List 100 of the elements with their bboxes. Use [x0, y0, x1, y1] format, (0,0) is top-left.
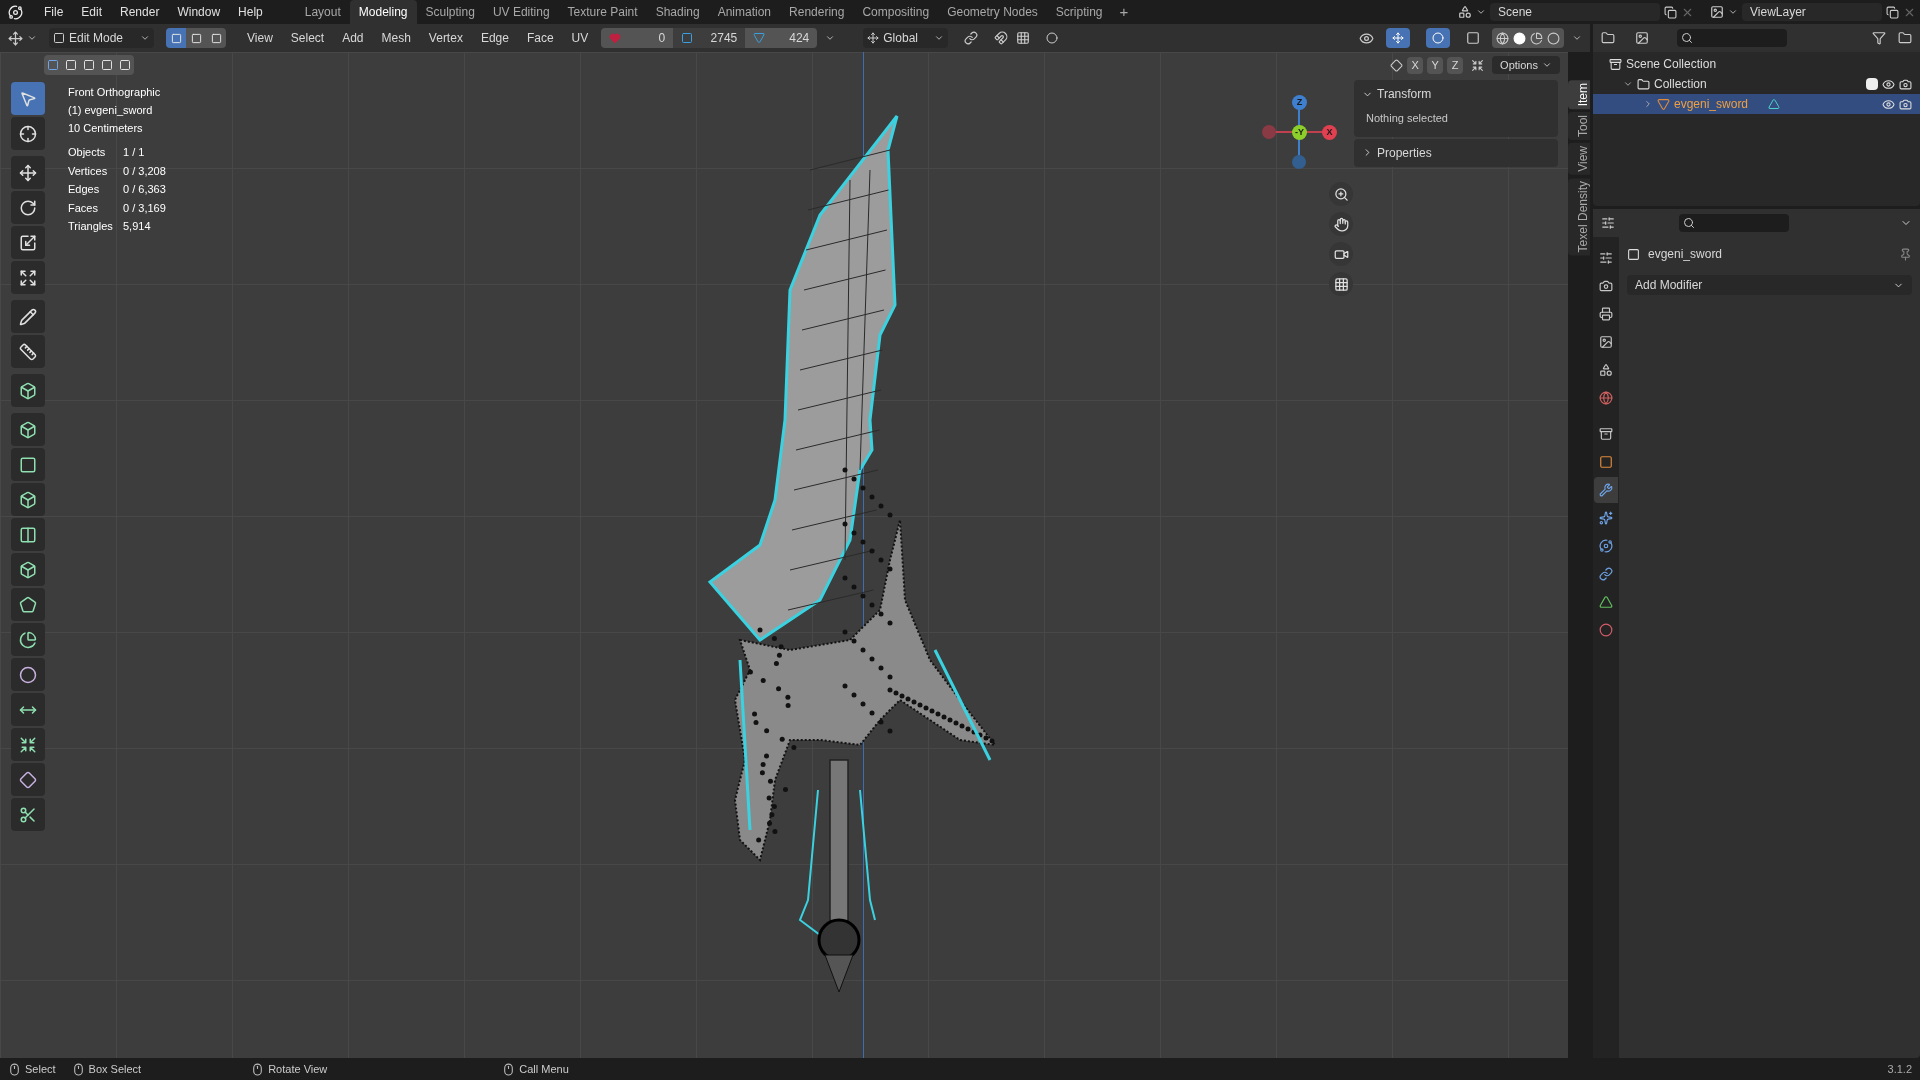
tool-button[interactable] [11, 448, 45, 481]
caret-icon[interactable] [1572, 33, 1582, 43]
tool-button[interactable] [11, 191, 45, 224]
scene-icon[interactable] [1458, 5, 1472, 19]
tool-button[interactable] [11, 413, 45, 446]
magnet-icon[interactable] [994, 31, 1009, 45]
app-logo-icon[interactable] [8, 4, 23, 20]
eye-icon[interactable] [1882, 77, 1895, 91]
search-field[interactable] [1679, 214, 1789, 232]
panel-header[interactable]: Properties [1354, 138, 1558, 167]
workspace-tab[interactable]: UV Editing [483, 0, 559, 24]
outliner-row[interactable]: Collection [1593, 74, 1920, 94]
editor-type-icon[interactable] [1601, 216, 1615, 230]
tool-button[interactable] [11, 728, 45, 761]
axis-handle[interactable]: -Y [1292, 125, 1307, 140]
camera-icon[interactable] [1899, 77, 1912, 91]
axis-toggle[interactable]: Y [1427, 56, 1444, 74]
gizmo-toggle[interactable] [1386, 28, 1410, 48]
menu-item[interactable]: Render [111, 3, 169, 21]
workspace-tab[interactable]: Compositing [853, 0, 939, 24]
orientation-dropdown[interactable]: Global [863, 28, 949, 48]
workspace-tab[interactable]: Rendering [780, 0, 854, 24]
selection-mode-icon[interactable] [47, 59, 59, 71]
workspace-tab[interactable]: Geometry Nodes [938, 0, 1047, 24]
menu-item[interactable]: Select [281, 29, 334, 47]
eye-icon[interactable] [1882, 97, 1895, 111]
workspace-tab[interactable]: Layout [295, 0, 350, 24]
menu-item[interactable]: Vertex [419, 29, 472, 47]
tool-button[interactable] [11, 226, 45, 259]
tool-button[interactable] [11, 588, 45, 621]
panel-header[interactable]: Transform [1354, 80, 1558, 108]
caret-icon[interactable] [27, 33, 37, 43]
tool-button[interactable] [11, 374, 45, 407]
axis-handle[interactable]: X [1322, 125, 1337, 140]
menu-item[interactable]: File [35, 3, 73, 21]
camera-icon[interactable] [1899, 97, 1912, 111]
image-icon[interactable] [1710, 5, 1724, 19]
tool-button[interactable] [11, 483, 45, 516]
tool-button[interactable] [11, 300, 45, 333]
navigation-button[interactable] [1329, 212, 1353, 236]
caret-icon[interactable] [1476, 7, 1486, 17]
tool-button[interactable] [11, 518, 45, 551]
navigation-button[interactable] [1329, 182, 1353, 206]
select-mode-button[interactable] [186, 28, 206, 48]
copy-icon[interactable] [1886, 5, 1899, 19]
menu-item[interactable]: Add [333, 29, 373, 47]
view-layer-field[interactable]: ViewLayer [1742, 3, 1882, 21]
select-mode-button[interactable] [206, 28, 226, 48]
workspace-tab[interactable]: Shading [646, 0, 709, 24]
negative-z-handle[interactable] [1292, 155, 1306, 169]
circle-icon[interactable] [1046, 32, 1059, 44]
outliner-row[interactable]: evgeni_sword [1593, 94, 1920, 114]
workspace-tab[interactable]: Modeling [349, 0, 417, 24]
copy-icon[interactable] [1664, 5, 1677, 19]
tool-button[interactable] [11, 553, 45, 586]
pin-icon[interactable] [1899, 247, 1912, 261]
menu-item[interactable]: UV [562, 29, 598, 47]
shading-buttons[interactable] [1492, 28, 1564, 48]
options-dropdown[interactable]: Options [1492, 56, 1560, 74]
menu-item[interactable]: View [238, 29, 282, 47]
image-icon[interactable] [1635, 31, 1649, 45]
menu-item[interactable]: Window [168, 3, 230, 21]
negative-x-handle[interactable] [1262, 125, 1276, 139]
menu-item[interactable]: Edit [72, 3, 112, 21]
workspace-tab[interactable]: Animation [708, 0, 781, 24]
menu-item[interactable]: Edge [471, 29, 518, 47]
sidebar-tab[interactable]: Tool [1568, 112, 1590, 141]
tool-button[interactable] [11, 261, 45, 294]
overlay-toggle[interactable] [1426, 28, 1450, 48]
tool-button[interactable] [11, 763, 45, 796]
menu-item[interactable]: Face [517, 29, 563, 47]
properties-tab[interactable] [1594, 477, 1618, 503]
editor-type-icon[interactable] [8, 30, 23, 46]
workspace-tab[interactable]: Texture Paint [558, 0, 647, 24]
axis-handle[interactable]: Z [1292, 95, 1307, 110]
tool-button[interactable] [11, 623, 45, 656]
grid-icon[interactable] [1016, 31, 1031, 45]
add-workspace-button[interactable]: + [1111, 0, 1137, 24]
caret-icon[interactable] [1728, 7, 1738, 17]
tool-button[interactable] [11, 798, 45, 831]
search-field[interactable] [1677, 29, 1787, 47]
tool-button[interactable] [11, 335, 45, 368]
axis-toggle[interactable]: Z [1447, 56, 1464, 74]
add-modifier-dropdown[interactable]: Add Modifier [1627, 275, 1912, 295]
eye-icon[interactable] [1359, 30, 1374, 46]
navigation-button[interactable] [1329, 272, 1353, 296]
overlay-counters[interactable]: 0 2745 424 [601, 28, 818, 48]
tool-button[interactable] [11, 156, 45, 189]
axis-toggle[interactable]: X [1407, 56, 1424, 74]
tool-button[interactable] [11, 117, 45, 150]
folder-icon[interactable] [1898, 31, 1912, 45]
scene-field[interactable]: Scene [1490, 3, 1660, 21]
shrink-icon[interactable] [1471, 58, 1485, 72]
menu-item[interactable]: Help [229, 3, 272, 21]
navigation-button[interactable] [1329, 242, 1353, 266]
checkbox[interactable] [1866, 78, 1878, 90]
select-mode-button[interactable] [166, 28, 186, 48]
sidebar-tab[interactable]: Item [1568, 80, 1590, 110]
menu-item[interactable]: Mesh [372, 29, 420, 47]
mode-dropdown[interactable]: Edit Mode [49, 28, 154, 48]
